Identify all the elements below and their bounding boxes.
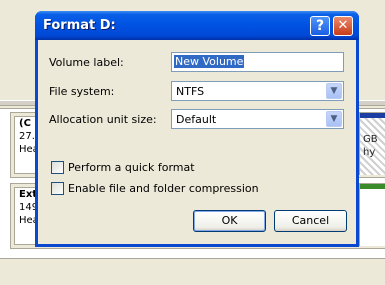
partition-status: hy — [363, 147, 376, 158]
file-system-dropdown-button[interactable]: ▼ — [326, 83, 342, 99]
disk-1-partition[interactable] — [359, 184, 385, 246]
dialog-titlebar[interactable]: Format D: ? ✕ — [35, 11, 359, 40]
close-button[interactable]: ✕ — [333, 16, 353, 36]
disk-0-partition[interactable]: GB hy — [359, 113, 385, 175]
file-system-caption: File system: — [49, 85, 115, 98]
volume-label-input[interactable]: New Volume — [171, 52, 344, 72]
primary-partition-bar — [360, 113, 385, 118]
chevron-down-icon: ▼ — [330, 86, 338, 96]
allocation-dropdown-button[interactable]: ▼ — [326, 111, 342, 127]
format-dialog: Format D: ? ✕ Volume label: New Volume F… — [35, 11, 359, 247]
dialog-body: Volume label: New Volume File system: NT… — [38, 40, 356, 244]
extended-partition-bar — [360, 184, 385, 189]
volume-label-caption: Volume label: — [49, 56, 124, 69]
file-system-value: NTFS — [176, 85, 205, 98]
quick-format-label[interactable]: Perform a quick format — [68, 161, 195, 174]
allocation-unit-caption: Allocation unit size: — [49, 113, 157, 126]
partition-size: GB — [363, 134, 378, 145]
ok-button[interactable]: OK — [193, 210, 266, 232]
cancel-button[interactable]: Cancel — [274, 210, 347, 232]
help-icon: ? — [315, 18, 325, 34]
close-icon: ✕ — [337, 18, 349, 33]
help-button[interactable]: ? — [310, 16, 330, 36]
compression-label[interactable]: Enable file and folder compression — [68, 182, 259, 195]
quick-format-checkbox[interactable] — [51, 161, 64, 174]
volume-label-value: New Volume — [174, 55, 245, 68]
allocation-unit-value: Default — [176, 113, 217, 126]
allocation-unit-select[interactable]: Default ▼ — [171, 109, 344, 129]
dialog-title: Format D: — [43, 18, 116, 33]
status-area — [0, 258, 385, 285]
file-system-select[interactable]: NTFS ▼ — [171, 81, 344, 101]
chevron-down-icon: ▼ — [330, 114, 338, 124]
compression-checkbox[interactable] — [51, 182, 64, 195]
